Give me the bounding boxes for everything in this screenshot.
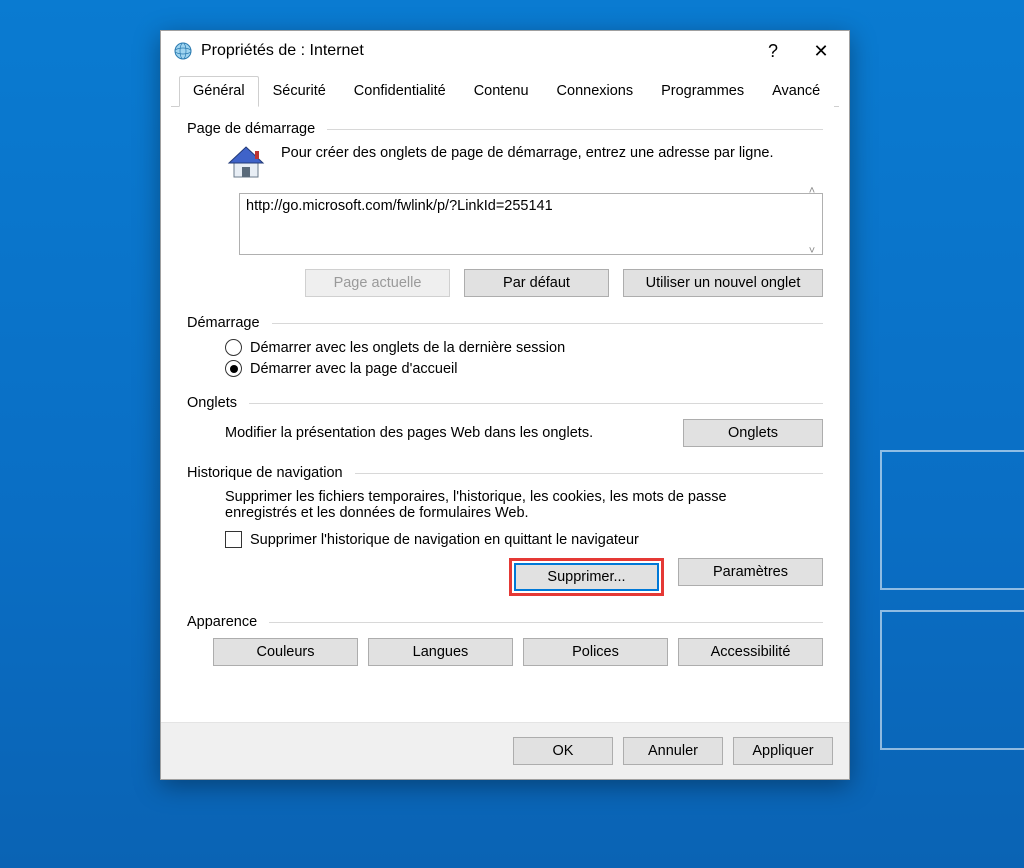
- tab-privacy[interactable]: Confidentialité: [340, 76, 460, 107]
- group-history: Historique de navigation Supprimer les f…: [187, 465, 823, 596]
- delete-history-button[interactable]: Supprimer...: [514, 563, 659, 591]
- radio-icon: [225, 339, 242, 356]
- tab-security[interactable]: Sécurité: [259, 76, 340, 107]
- fonts-button[interactable]: Polices: [523, 638, 668, 666]
- divider: [327, 129, 823, 130]
- languages-button[interactable]: Langues: [368, 638, 513, 666]
- radio-home-page[interactable]: Démarrer avec la page d'accueil: [225, 360, 823, 377]
- wallpaper-decoration: [880, 450, 1024, 590]
- apply-button[interactable]: Appliquer: [733, 737, 833, 765]
- tab-programs[interactable]: Programmes: [647, 76, 758, 107]
- delete-on-exit-checkbox[interactable]: Supprimer l'historique de navigation en …: [225, 531, 823, 548]
- home-icon: [225, 141, 267, 183]
- dialog-footer: OK Annuler Appliquer: [161, 722, 849, 779]
- divider: [272, 323, 823, 324]
- group-tabs: Onglets Modifier la présentation des pag…: [187, 395, 823, 447]
- colors-button[interactable]: Couleurs: [213, 638, 358, 666]
- titlebar: Propriétés de : Internet ? ✕: [161, 31, 849, 71]
- radio-label: Démarrer avec la page d'accueil: [250, 361, 457, 377]
- divider: [355, 473, 823, 474]
- divider: [249, 403, 823, 404]
- checkbox-label: Supprimer l'historique de navigation en …: [250, 532, 639, 548]
- accessibility-button[interactable]: Accessibilité: [678, 638, 823, 666]
- group-label-appearance: Apparence: [187, 614, 257, 630]
- homepage-url-input[interactable]: [239, 193, 823, 255]
- dialog-body: Page de démarrage Pour créer des onglets: [161, 107, 849, 722]
- tabstrip: Général Sécurité Confidentialité Contenu…: [171, 75, 839, 107]
- internet-properties-dialog: Propriétés de : Internet ? ✕ Général Séc…: [160, 30, 850, 780]
- internet-options-icon: [173, 41, 193, 61]
- wallpaper-decoration: [880, 610, 1024, 750]
- window-title: Propriétés de : Internet: [201, 42, 749, 60]
- use-newtab-button[interactable]: Utiliser un nouvel onglet: [623, 269, 823, 297]
- radio-icon: [225, 360, 242, 377]
- close-button[interactable]: ✕: [797, 31, 845, 71]
- help-button[interactable]: ?: [749, 31, 797, 71]
- use-default-button[interactable]: Par défaut: [464, 269, 609, 297]
- divider: [269, 622, 823, 623]
- tab-advanced[interactable]: Avancé: [758, 76, 834, 107]
- tabs-description: Modifier la présentation des pages Web d…: [225, 425, 593, 441]
- highlight-annotation: Supprimer...: [509, 558, 664, 596]
- group-homepage: Page de démarrage Pour créer des onglets: [187, 121, 823, 297]
- group-label-startup: Démarrage: [187, 315, 260, 331]
- tabs-button[interactable]: Onglets: [683, 419, 823, 447]
- history-settings-button[interactable]: Paramètres: [678, 558, 823, 586]
- tab-connections[interactable]: Connexions: [543, 76, 648, 107]
- group-appearance: Apparence Couleurs Langues Polices Acces…: [187, 614, 823, 666]
- ok-button[interactable]: OK: [513, 737, 613, 765]
- desktop-background: Propriétés de : Internet ? ✕ Général Séc…: [0, 0, 1024, 868]
- group-label-homepage: Page de démarrage: [187, 121, 315, 137]
- group-label-history: Historique de navigation: [187, 465, 343, 481]
- cancel-button[interactable]: Annuler: [623, 737, 723, 765]
- group-startup: Démarrage Démarrer avec les onglets de l…: [187, 315, 823, 377]
- radio-label: Démarrer avec les onglets de la dernière…: [250, 340, 565, 356]
- group-label-tabs: Onglets: [187, 395, 237, 411]
- tab-general[interactable]: Général: [179, 76, 259, 107]
- history-description: Supprimer les fichiers temporaires, l'hi…: [225, 489, 765, 521]
- checkbox-icon: [225, 531, 242, 548]
- use-current-button: Page actuelle: [305, 269, 450, 297]
- homepage-instruction: Pour créer des onglets de page de démarr…: [281, 145, 823, 161]
- tab-content[interactable]: Contenu: [460, 76, 543, 107]
- radio-last-session[interactable]: Démarrer avec les onglets de la dernière…: [225, 339, 823, 356]
